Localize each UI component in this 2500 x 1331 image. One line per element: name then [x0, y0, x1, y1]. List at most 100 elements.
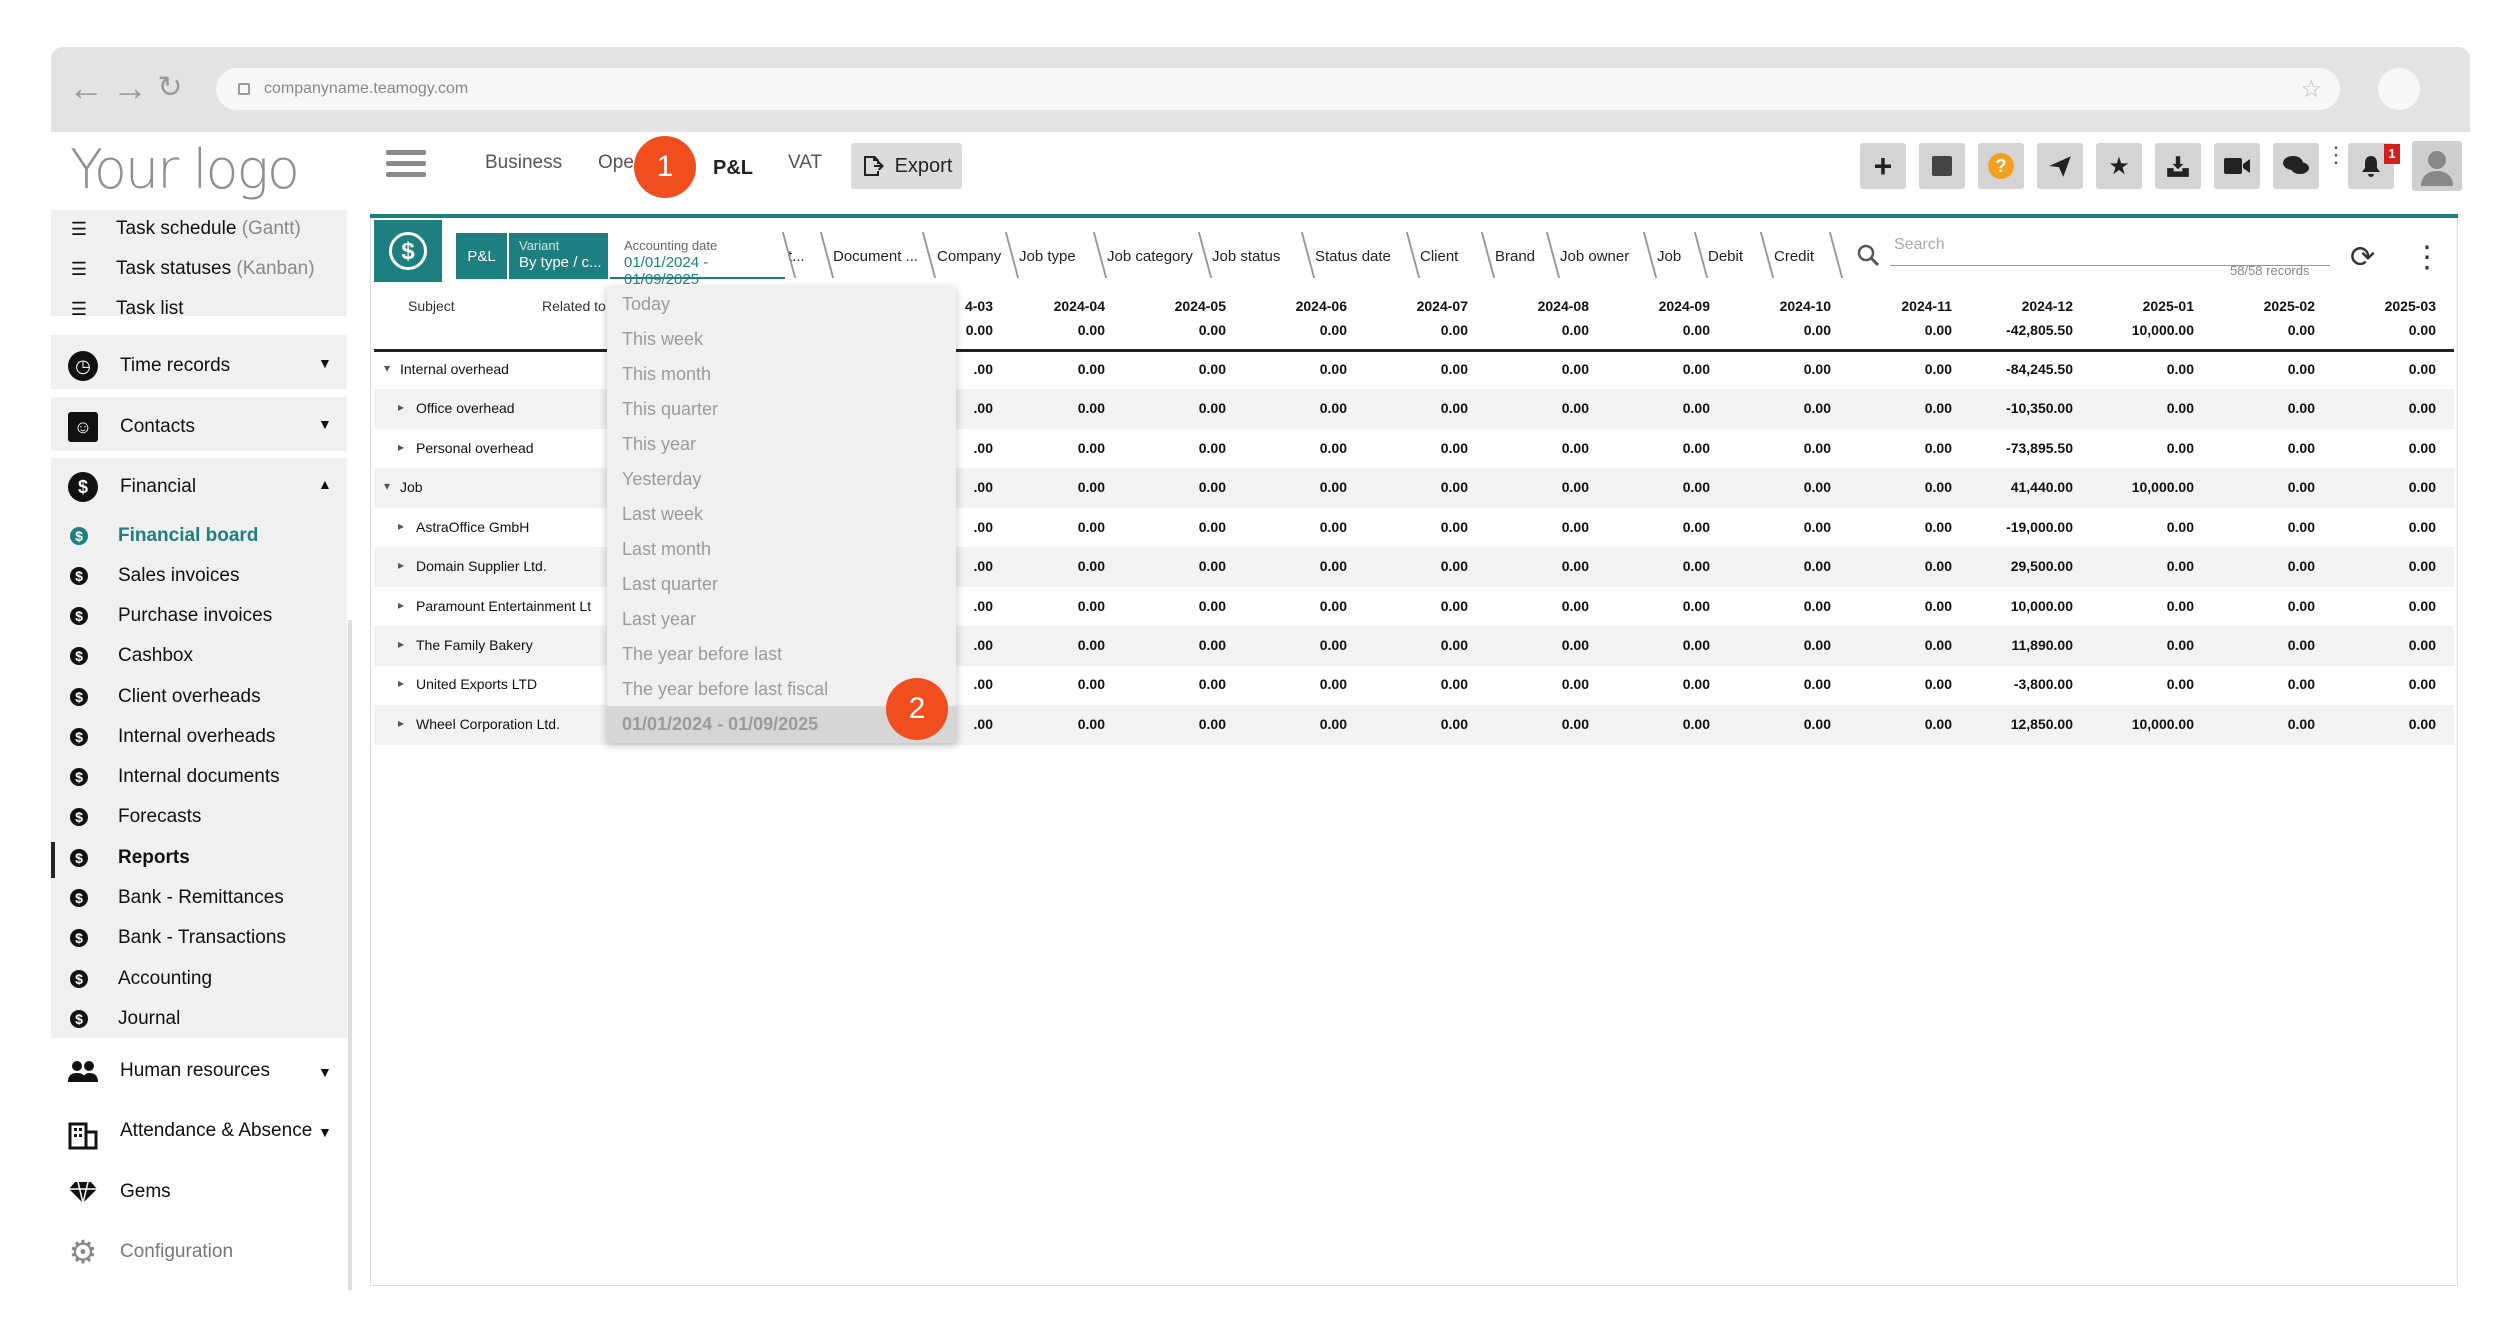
filter-accounting-date[interactable]: Accounting date 01/01/2024 - 01/09/2025 [610, 233, 785, 288]
sidebar-item-accounting[interactable]: $ Accounting [68, 968, 212, 990]
expand-right-icon[interactable]: ▸ [398, 637, 404, 651]
filter-job[interactable]: Job [1657, 236, 1681, 276]
more-icon[interactable]: ⋮ [2412, 240, 2442, 275]
sidebar-item-attendance[interactable]: Attendance & Absence [68, 1120, 312, 1150]
chevron-down-icon[interactable]: ▼ [318, 416, 332, 432]
filter-document[interactable]: Document ... [833, 236, 918, 276]
col-related-to[interactable]: Related to [542, 298, 606, 314]
user-icon[interactable] [2412, 141, 2462, 191]
col-month-header[interactable]: 2024-07 [1368, 298, 1468, 314]
filter-client[interactable]: Client [1420, 236, 1458, 276]
chevron-down-icon[interactable]: ▼ [318, 1064, 332, 1080]
chevron-down-icon[interactable]: ▼ [318, 355, 332, 371]
sidebar-item-internal-overheads[interactable]: $ Internal overheads [68, 726, 275, 748]
inbox-icon[interactable] [2155, 143, 2201, 189]
filter-job-category[interactable]: Job category [1107, 236, 1193, 276]
date-option-this-week[interactable]: This week [622, 329, 703, 350]
filter-status-date[interactable]: Status date [1315, 236, 1391, 276]
date-option-year-before-last-fiscal[interactable]: The year before last fiscal [622, 679, 828, 700]
export-button[interactable]: Export [851, 143, 962, 189]
sidebar-scrollbar[interactable] [348, 620, 352, 1290]
forward-icon[interactable]: → [110, 68, 150, 108]
filter-company[interactable]: Company [937, 236, 1001, 276]
chat-icon[interactable] [2273, 143, 2319, 189]
sidebar-item-gems[interactable]: Gems [68, 1181, 171, 1204]
col-month-header[interactable]: 2024-12 [1973, 298, 2073, 314]
date-option-custom-range[interactable]: 01/01/2024 - 01/09/2025 [622, 714, 818, 735]
refresh-icon[interactable]: ⟳ [2350, 240, 2375, 275]
tab-business[interactable]: Business [485, 152, 562, 174]
sidebar-item-reports[interactable]: $ Reports [68, 847, 190, 869]
expand-right-icon[interactable]: ▸ [398, 519, 404, 533]
chevron-down-icon[interactable]: ▼ [318, 1124, 332, 1140]
col-month-header[interactable]: 2024-11 [1852, 298, 1952, 314]
sidebar-item-financial-board[interactable]: $ Financial board [68, 525, 258, 547]
date-option-last-week[interactable]: Last week [622, 504, 703, 525]
date-option-last-month[interactable]: Last month [622, 539, 711, 560]
help-icon[interactable]: ? [1978, 143, 2024, 189]
video-icon[interactable] [2214, 143, 2260, 189]
browser-profile-icon[interactable] [2378, 68, 2420, 110]
col-month-header[interactable]: 2024-09 [1610, 298, 1710, 314]
sidebar-item-journal[interactable]: $ Journal [68, 1008, 180, 1030]
sidebar-item-human-resources[interactable]: Human resources [68, 1060, 270, 1082]
col-subject[interactable]: Subject [408, 298, 455, 314]
filter-job-owner[interactable]: Job owner [1560, 236, 1629, 276]
reload-icon[interactable]: ↻ [150, 68, 190, 108]
expand-down-icon[interactable]: ▾ [384, 361, 390, 375]
filter-job-status[interactable]: Job status [1212, 236, 1280, 276]
plus-icon[interactable]: + [1860, 143, 1906, 189]
col-month-header[interactable]: 2024-10 [1731, 298, 1831, 314]
sidebar-item-task-statuses[interactable]: ☰ Task statuses (Kanban) [68, 258, 315, 280]
sidebar-item-sales-invoices[interactable]: $ Sales invoices [68, 565, 239, 587]
col-month-header[interactable]: 2025-02 [2215, 298, 2315, 314]
sidebar-item-bank-transactions[interactable]: $ Bank - Transactions [68, 927, 286, 949]
expand-right-icon[interactable]: ▸ [398, 558, 404, 572]
date-option-year-before-last[interactable]: The year before last [622, 644, 782, 665]
filter-variant[interactable]: Variant By type / c... [509, 233, 608, 279]
sidebar-item-time-records[interactable]: ◷ Time records [68, 351, 230, 381]
date-option-this-quarter[interactable]: This quarter [622, 399, 718, 420]
sidebar-item-internal-documents[interactable]: $ Internal documents [68, 766, 280, 788]
search-icon[interactable] [1856, 243, 1880, 272]
expand-right-icon[interactable]: ▸ [398, 716, 404, 730]
tab-pl[interactable]: P&L [698, 140, 768, 196]
col-month-header[interactable]: 2024-04 [1005, 298, 1105, 314]
menu-toggle-icon[interactable] [386, 150, 426, 184]
date-option-yesterday[interactable]: Yesterday [622, 469, 701, 490]
filter-brand[interactable]: Brand [1495, 236, 1535, 276]
back-icon[interactable]: ← [66, 68, 106, 108]
filter-debit[interactable]: Debit [1708, 236, 1743, 276]
expand-right-icon[interactable]: ▸ [398, 598, 404, 612]
chat-more-icon[interactable]: ⋮ [2325, 144, 2347, 166]
col-month-header[interactable]: 2025-01 [2094, 298, 2194, 314]
date-option-last-year[interactable]: Last year [622, 609, 696, 630]
sidebar-item-forecasts[interactable]: $ Forecasts [68, 806, 201, 828]
sidebar-item-client-overheads[interactable]: $ Client overheads [68, 686, 261, 708]
col-month-header[interactable]: 2024-05 [1126, 298, 1226, 314]
sidebar-item-financial[interactable]: $ Financial [68, 472, 196, 502]
expand-right-icon[interactable]: ▸ [398, 400, 404, 414]
expand-right-icon[interactable]: ▸ [398, 676, 404, 690]
col-month-header[interactable]: 2024-06 [1247, 298, 1347, 314]
filter-pl[interactable]: P&L [456, 233, 507, 279]
star-icon[interactable]: ★ [2096, 143, 2142, 189]
filter-credit[interactable]: Credit [1774, 236, 1814, 276]
note-icon[interactable] [1919, 143, 1965, 189]
date-option-today[interactable]: Today [622, 294, 670, 315]
tab-vat[interactable]: VAT [788, 152, 822, 174]
expand-right-icon[interactable]: ▸ [398, 440, 404, 454]
col-month-header[interactable]: 2024-08 [1489, 298, 1589, 314]
sidebar-item-bank-remittances[interactable]: $ Bank - Remittances [68, 887, 284, 909]
send-icon[interactable] [2037, 143, 2083, 189]
expand-down-icon[interactable]: ▾ [384, 479, 390, 493]
date-option-last-quarter[interactable]: Last quarter [622, 574, 718, 595]
filter-job-type[interactable]: Job type [1019, 236, 1076, 276]
date-option-this-year[interactable]: This year [622, 434, 696, 455]
tab-operations[interactable]: Ope [598, 152, 634, 174]
sidebar-item-task-list[interactable]: ☰ Task list [68, 298, 184, 320]
sidebar-item-configuration[interactable]: ⚙ Configuration [68, 1236, 233, 1268]
sidebar-item-task-schedule[interactable]: ☰ Task schedule (Gantt) [68, 218, 301, 240]
bookmark-star-icon[interactable]: ☆ [2300, 75, 2322, 104]
chevron-up-icon[interactable]: ▲ [318, 476, 332, 492]
